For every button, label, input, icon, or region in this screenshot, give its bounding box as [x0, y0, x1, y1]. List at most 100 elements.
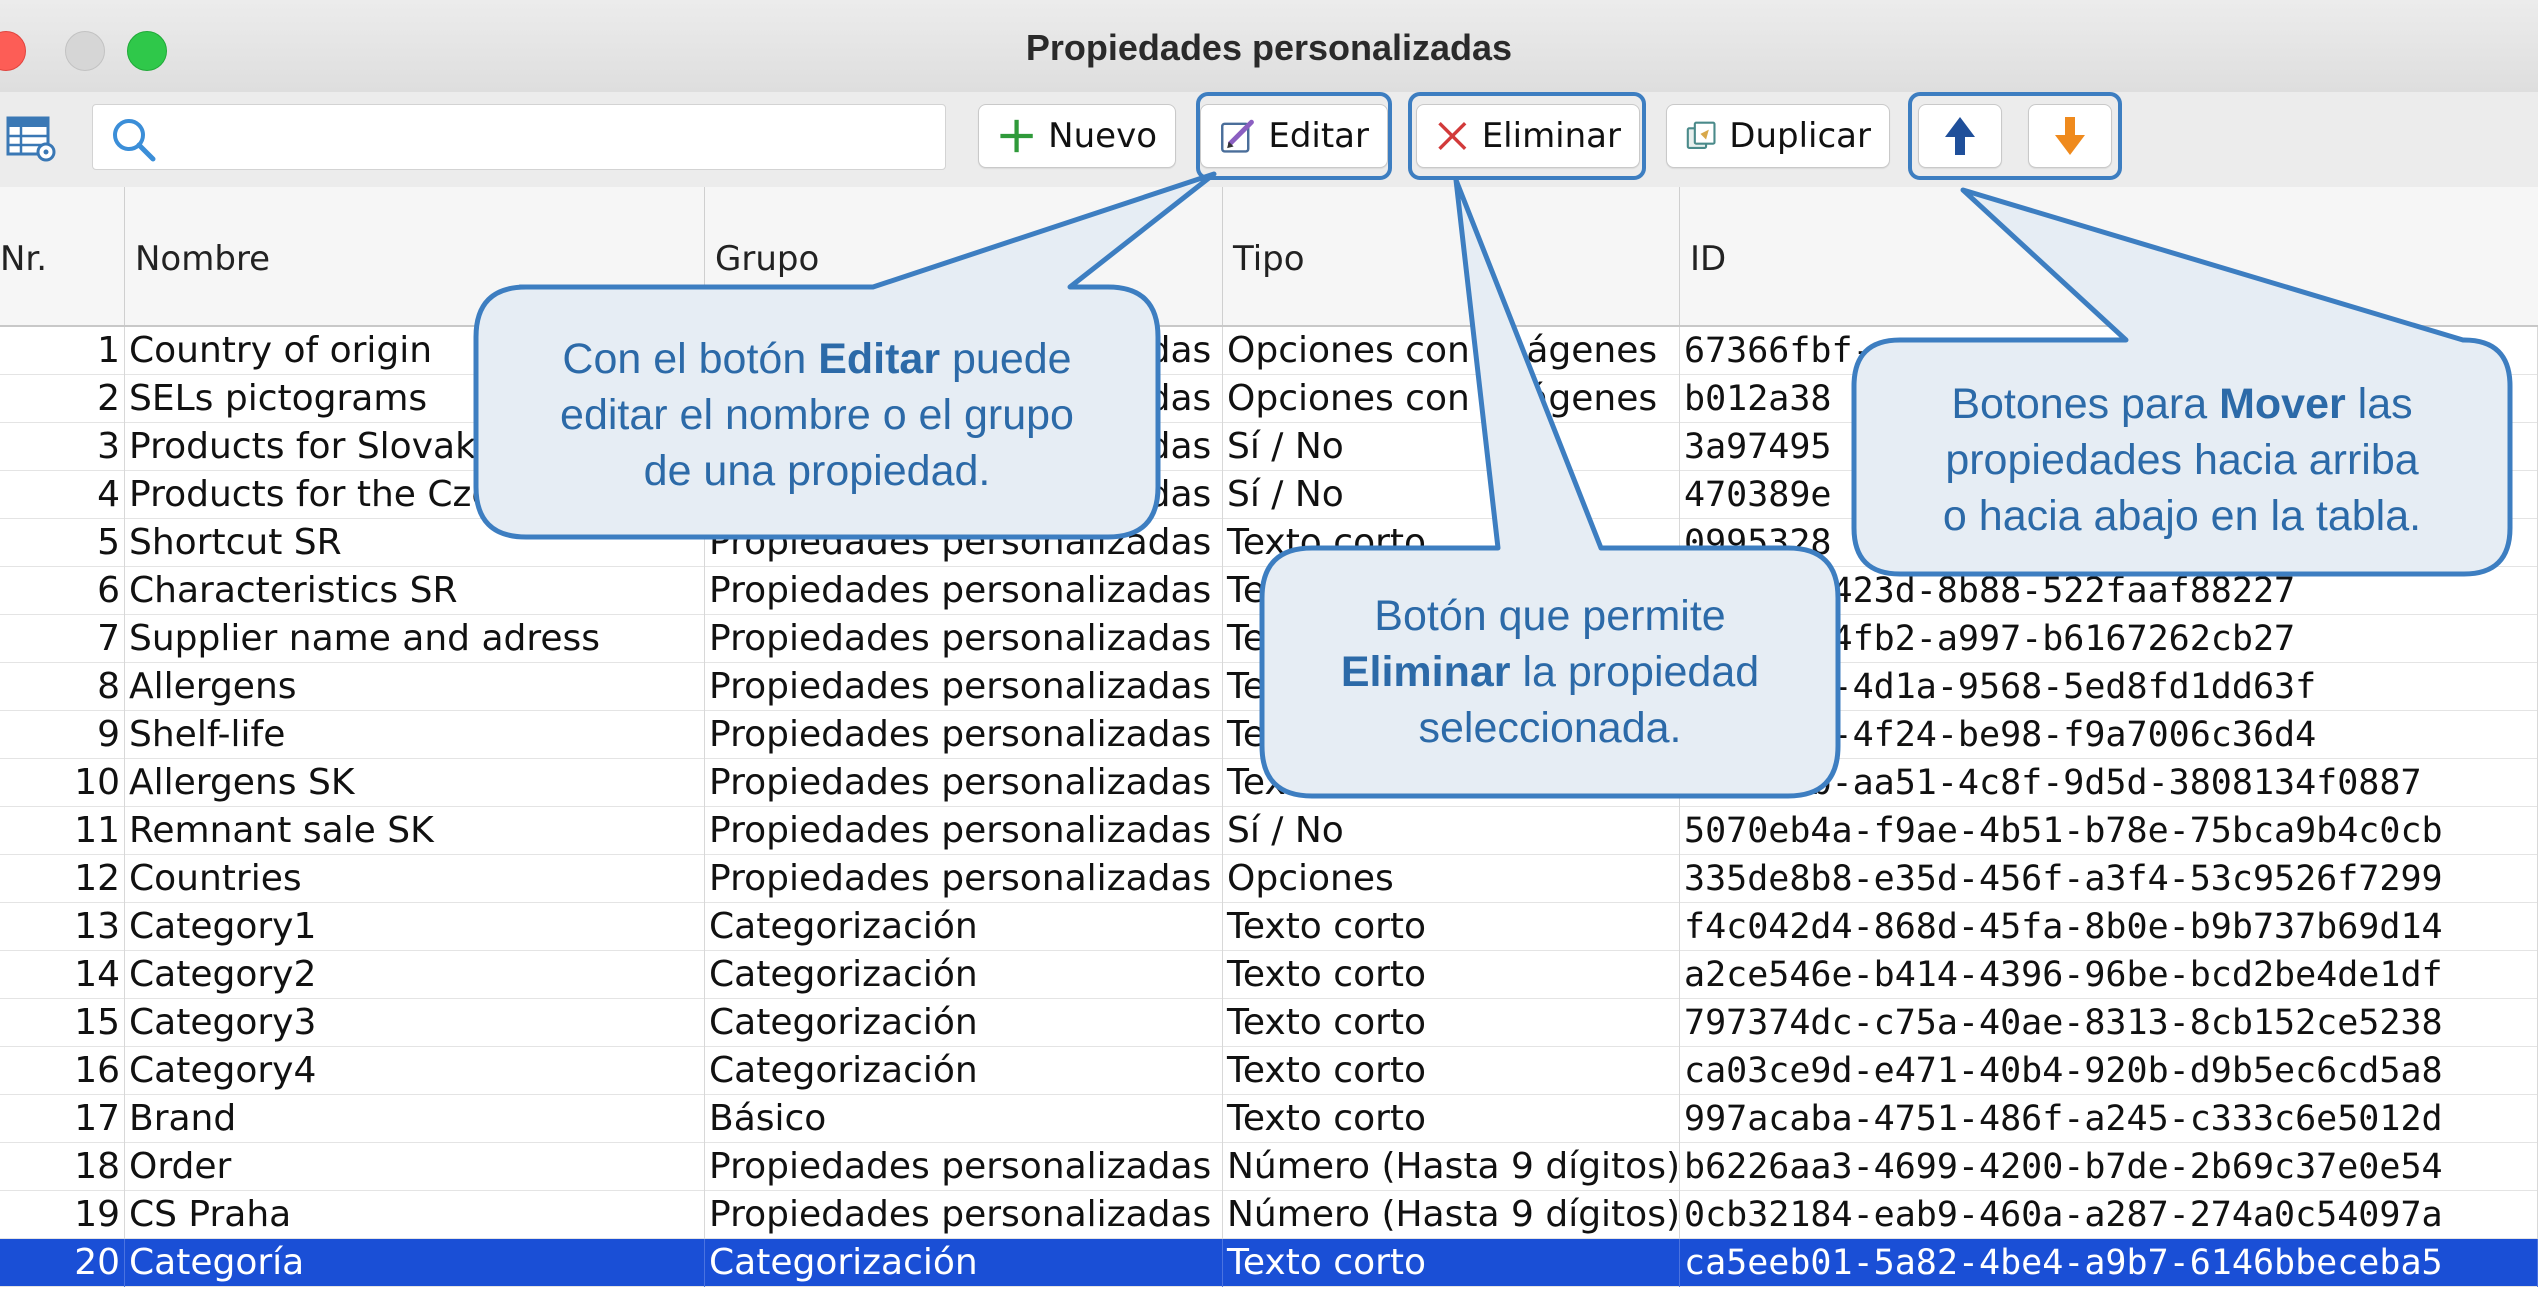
callout-eliminar-line2-post: la propiedad — [1510, 648, 1760, 696]
cell-nr: 18 — [0, 1143, 125, 1191]
table-row[interactable]: 15 Category3 Categorización Texto corto 7973… — [0, 999, 2538, 1047]
cell-grupo: Propiedades personalizadas — [705, 807, 1223, 855]
cell-grupo: Propiedades personalizadas — [705, 711, 1223, 759]
table-row[interactable]: 11 Remnant sale SK Propiedades personaliza… — [0, 807, 2538, 855]
table-row[interactable]: 13 Category1 Categorización Texto corto f4c0… — [0, 903, 2538, 951]
cell-grupo: Propiedades personalizadas — [705, 855, 1223, 903]
delete-x-icon — [1438, 121, 1467, 151]
table-row[interactable]: 17 Brand Básico Texto corto 997acaba-4751-48… — [0, 1095, 2538, 1143]
cell-id: ca03ce9d-e471-40b4-920b-d9b5ec6cd5a8 — [1680, 1047, 2538, 1095]
cell-nr: 2 — [0, 375, 125, 423]
cell-grupo: Categorización — [705, 903, 1223, 951]
toolbar: Nuevo Editar Eliminar Duplicar — [0, 92, 2538, 188]
column-header-nr[interactable]: Nr. — [0, 187, 125, 325]
move-up-button[interactable] — [1918, 104, 2002, 168]
cell-nr: 11 — [0, 807, 125, 855]
cell-id: 797374dc-c75a-40ae-8313-8cb152ce5238 — [1680, 999, 2538, 1047]
cell-grupo: Propiedades personalizadas — [705, 1191, 1223, 1239]
cell-nombre: Shortcut SR — [125, 519, 705, 567]
table-row[interactable]: 10 Allergens SK Propiedades personalizadas… — [0, 759, 2538, 807]
table-row[interactable]: 16 Category4 Categorización Texto corto ca03… — [0, 1047, 2538, 1095]
table-row[interactable]: 12 Countries Propiedades personalizadas Opc… — [0, 855, 2538, 903]
callout-editar-line3: de una propiedad. — [643, 447, 991, 495]
cell-tipo: Texto corto — [1223, 519, 1680, 567]
cell-nombre: CS Praha — [125, 1191, 705, 1239]
cell-nombre: Brand — [125, 1095, 705, 1143]
callout-mover-line2: propiedades hacia arriba — [1945, 436, 2419, 484]
table-row[interactable]: 19 CS Praha Propiedades personalizadas Núme… — [0, 1191, 2538, 1239]
cell-tipo: Opciones con imágenes — [1223, 327, 1680, 375]
callout-editar-line1-bold: Editar — [818, 335, 941, 383]
cell-id: 67366fbf- — [1680, 327, 2538, 375]
table-row[interactable]: 18 Order Propiedades personalizadas Número … — [0, 1143, 2538, 1191]
cell-tipo: Sí / No — [1223, 471, 1680, 519]
cell-id: f4c042d4-868d-45fa-8b0e-b9b737b69d14 — [1680, 903, 2538, 951]
table-settings-icon[interactable] — [6, 112, 58, 164]
cell-nr: 19 — [0, 1191, 125, 1239]
cell-nr: 10 — [0, 759, 125, 807]
callout-mover-line1-pre: Botones para — [1951, 380, 2220, 428]
cell-grupo: Propiedades personalizadas — [705, 519, 1223, 567]
edit-button[interactable]: Editar — [1200, 104, 1388, 168]
cell-nr: 20 — [0, 1239, 125, 1287]
cell-tipo: Texto corto — [1223, 1239, 1680, 1287]
search-input[interactable] — [173, 113, 927, 161]
cell-nr: 1 — [0, 327, 125, 375]
table-row[interactable]: 6 Characteristics SR Propiedades personali… — [0, 567, 2538, 615]
table-row[interactable]: 20 Categoría Categorización Texto corto ca5e… — [0, 1239, 2538, 1287]
cell-nombre: Order — [125, 1143, 705, 1191]
table-row[interactable]: 8 Allergens Propiedades personalizadas Text… — [0, 663, 2538, 711]
properties-table: Nr. Nombre Grupo Tipo ID 1 Country of ori… — [0, 187, 2538, 1302]
title-bar: Propiedades personalizadas — [0, 0, 2538, 93]
table-row[interactable]: 1 Country of origin Propiedades personaliz… — [0, 327, 2538, 375]
cell-nombre: Category4 — [125, 1047, 705, 1095]
cell-tipo: Texto corto — [1223, 1095, 1680, 1143]
cell-grupo: Básico — [705, 1095, 1223, 1143]
column-header-grupo[interactable]: Grupo — [705, 187, 1223, 325]
search-field[interactable] — [92, 104, 946, 170]
cell-nr: 4 — [0, 471, 125, 519]
duplicate-button[interactable]: Duplicar — [1666, 104, 1890, 168]
cell-nr: 13 — [0, 903, 125, 951]
callout-eliminar-line2-bold: Eliminar — [1340, 648, 1511, 696]
cell-tipo: Opciones con imágenes — [1223, 375, 1680, 423]
move-down-button[interactable] — [2028, 104, 2112, 168]
callout-eliminar-line1: Botón que permite — [1374, 592, 1726, 640]
cell-tipo: Sí / No — [1223, 807, 1680, 855]
cell-tipo: Texto corto — [1223, 759, 1680, 807]
column-header-tipo[interactable]: Tipo — [1223, 187, 1680, 325]
cell-grupo: Categorización — [705, 951, 1223, 999]
cell-nombre: Countries — [125, 855, 705, 903]
duplicate-icon — [1686, 121, 1716, 149]
cell-id: 5070eb4a-f9ae-4b51-b78e-75bca9b4c0cb — [1680, 807, 2538, 855]
column-header-nombre[interactable]: Nombre — [125, 187, 705, 325]
cell-grupo: Categorización — [705, 1047, 1223, 1095]
cell-id: 0cb32184-eab9-460a-a287-274a0c54097a — [1680, 1191, 2538, 1239]
cell-tipo: Opciones — [1223, 855, 1680, 903]
callout-editar-line1-pre: Con el botón — [562, 335, 819, 383]
cell-grupo: Propiedades personalizadas — [705, 1143, 1223, 1191]
arrow-up-icon — [1945, 117, 1975, 155]
cell-nr: 7 — [0, 615, 125, 663]
delete-button[interactable]: Eliminar — [1416, 104, 1640, 168]
cell-tipo: Texto corto — [1223, 903, 1680, 951]
table-row[interactable]: 7 Supplier name and adress Propiedades per… — [0, 615, 2538, 663]
new-button[interactable]: Nuevo — [978, 104, 1176, 168]
cell-grupo: Propiedades personalizadas — [705, 615, 1223, 663]
arrow-down-icon — [2055, 117, 2085, 155]
callout-mover-line1-bold: Mover — [2219, 380, 2346, 428]
callout-editar-line1-post: puede — [940, 335, 1072, 383]
cell-nr: 5 — [0, 519, 125, 567]
cell-tipo: Número (Hasta 9 dígitos) — [1223, 1143, 1680, 1191]
table-header: Nr. Nombre Grupo Tipo ID — [0, 187, 2538, 327]
cell-nombre: Categoría — [125, 1239, 705, 1287]
column-header-id[interactable]: ID — [1680, 187, 2538, 325]
cell-nombre: Shelf-life — [125, 711, 705, 759]
cell-nr: 8 — [0, 663, 125, 711]
cell-nr: 3 — [0, 423, 125, 471]
table-row[interactable]: 9 Shelf-life Propiedades personalizadas Tex… — [0, 711, 2538, 759]
cell-id: 335de8b8-e35d-456f-a3f4-53c9526f7299 — [1680, 855, 2538, 903]
table-row[interactable]: 14 Category2 Categorización Texto corto a2ce… — [0, 951, 2538, 999]
delete-button-label: Eliminar — [1481, 116, 1621, 156]
cell-grupo: Categorización — [705, 999, 1223, 1047]
